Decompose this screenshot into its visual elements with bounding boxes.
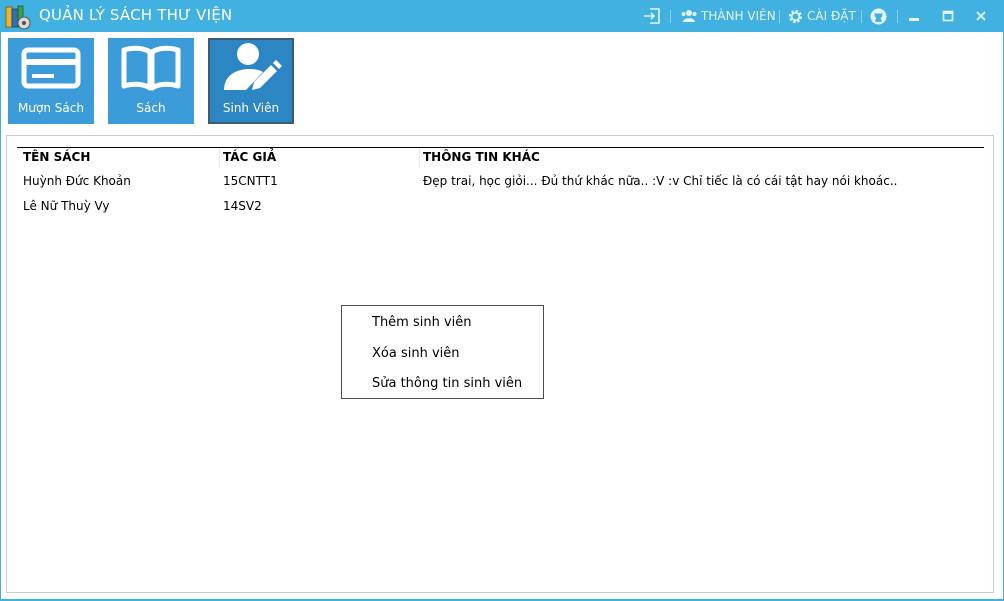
open-book-icon	[121, 45, 181, 91]
settings-label: CÀI ĐẶT	[807, 9, 856, 23]
minimize-button[interactable]	[908, 0, 920, 32]
tile-label: Sách	[136, 101, 166, 115]
tile-sinh-vien[interactable]: Sinh Viên	[208, 38, 294, 124]
cell-class: 14SV2	[223, 199, 262, 213]
members-label: THÀNH VIÊN	[701, 9, 776, 23]
column-header-tac-gia[interactable]: TÁC GIẢ	[223, 150, 276, 168]
books-icon	[5, 5, 31, 30]
tile-sach[interactable]: Sách	[108, 38, 194, 124]
column-header-ten-sach[interactable]: TÊN SÁCH	[23, 150, 90, 168]
title-bar: QUẢN LÝ SÁCH THƯ VIỆN THÀNH VIÊN CÀI ĐẶT	[0, 0, 1004, 32]
cell-class: 15CNTT1	[223, 174, 278, 188]
toolbar-divider	[779, 10, 780, 23]
context-menu: Thêm sinh viên Xóa sinh viên Sửa thông t…	[341, 305, 544, 399]
sign-in-button[interactable]	[643, 0, 661, 32]
close-button[interactable]	[975, 0, 987, 32]
toolbar-divider	[670, 10, 671, 23]
settings-button[interactable]: CÀI ĐẶT	[787, 0, 856, 32]
column-divider[interactable]	[419, 149, 420, 168]
user-edit-icon	[224, 43, 282, 90]
column-divider[interactable]	[219, 149, 220, 168]
cell-name: Huỳnh Đức Khoản	[23, 174, 131, 188]
maximize-icon	[942, 10, 954, 22]
cell-info: Đẹp trai, học giỏi... Đủ thứ khác nữa.. …	[423, 174, 898, 188]
users-icon	[681, 10, 697, 22]
sign-in-icon	[644, 8, 660, 24]
menu-item-add-student[interactable]: Thêm sinh viên	[342, 309, 543, 337]
minimize-icon	[909, 18, 919, 21]
toolbar-divider	[861, 10, 862, 23]
maximize-button[interactable]	[942, 0, 954, 32]
column-header-thong-tin-khac[interactable]: THÔNG TIN KHÁC	[423, 150, 540, 168]
list-header-border	[17, 147, 984, 148]
tile-muon-sach[interactable]: Mượn Sách	[8, 38, 94, 124]
members-button[interactable]: THÀNH VIÊN	[680, 0, 776, 32]
card-icon	[21, 47, 81, 89]
close-icon	[976, 11, 986, 21]
github-button[interactable]	[870, 0, 887, 32]
toolbar-divider	[897, 10, 898, 23]
github-icon	[870, 8, 887, 24]
tile-label: Mượn Sách	[18, 101, 84, 115]
cell-name: Lê Nữ Thuỳ Vy	[23, 199, 110, 213]
tile-label: Sinh Viên	[222, 101, 280, 115]
window-title: QUẢN LÝ SÁCH THƯ VIỆN	[39, 6, 233, 24]
menu-item-delete-student[interactable]: Xóa sinh viên	[342, 340, 543, 368]
gear-icon	[788, 9, 803, 23]
menu-item-edit-student[interactable]: Sửa thông tin sinh viên	[342, 370, 543, 398]
